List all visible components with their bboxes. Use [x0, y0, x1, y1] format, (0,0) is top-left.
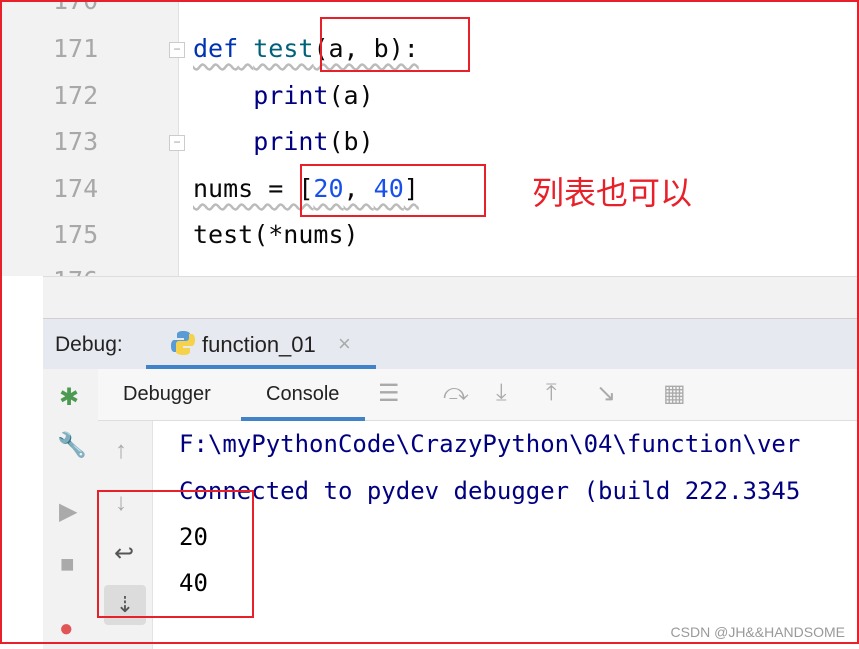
code-line-172[interactable]: print(a)	[193, 81, 374, 110]
function-name: test	[253, 34, 314, 63]
run-to-cursor-icon[interactable]: ↘	[596, 379, 616, 408]
line-number: 170	[53, 0, 99, 15]
args: (a)	[328, 81, 374, 110]
step-into-icon[interactable]: ⤓	[496, 379, 507, 407]
stop-icon[interactable]: ■	[60, 551, 75, 579]
wrench-icon[interactable]: 🔧	[57, 431, 87, 460]
fold-end-icon[interactable]: −	[169, 135, 185, 151]
step-over-icon[interactable]: ⤼	[443, 379, 469, 407]
code-line-173[interactable]: print(b)	[193, 127, 374, 156]
line-number: 172	[53, 81, 99, 110]
keyword: def	[193, 34, 239, 63]
bug-icon[interactable]: ✱	[59, 383, 79, 412]
line-number: 173	[53, 127, 99, 156]
builtin: print	[253, 127, 329, 156]
tab-debugger[interactable]: Debugger	[123, 383, 211, 406]
watermark: CSDN @JH&&HANDSOME	[670, 624, 845, 640]
debug-subtoolbar: Debugger Console ☰ ⤼ ⤓ ⤒ ↘ ▦	[98, 369, 859, 421]
fold-icon[interactable]: −	[169, 42, 185, 58]
menu-icon[interactable]: ☰	[378, 379, 400, 408]
tab-label: function_01	[202, 332, 316, 357]
breakpoints-icon[interactable]: ●	[59, 615, 74, 643]
line-number: 171	[53, 34, 99, 63]
code-line-175[interactable]: test(*nums)	[193, 220, 359, 249]
active-subtab-underline	[241, 417, 365, 421]
resume-icon[interactable]: ▶	[59, 497, 77, 526]
debug-left-toolbar: ✱ 🔧 ▶ ■ ●	[43, 369, 99, 649]
annotation-box-output	[97, 490, 254, 618]
up-arrow-icon[interactable]: ↑	[115, 437, 127, 465]
console-line: F:\myPythonCode\CrazyPython\04\function\…	[179, 430, 801, 458]
builtin: print	[253, 81, 329, 110]
line-number-gutter: 170 171 172 173 174 175 176 − −	[43, 0, 185, 295]
editor-bottom-strip	[43, 276, 859, 319]
tab-function-01[interactable]: function_01 ×	[146, 319, 376, 369]
annotation-box-list	[300, 164, 486, 217]
debug-header: Debug: function_01 ×	[43, 318, 859, 369]
step-out-icon[interactable]: ⤒	[546, 379, 557, 407]
args: (b)	[328, 127, 374, 156]
debug-label: Debug:	[55, 333, 123, 356]
line-number: 174	[53, 174, 99, 203]
annotation-box-params	[320, 17, 470, 72]
tab-console[interactable]: Console	[266, 383, 339, 406]
annotation-note: 列表也可以	[532, 174, 693, 212]
close-icon[interactable]: ×	[338, 331, 351, 357]
assign: nums = [	[193, 174, 314, 203]
console-line: Connected to pydev debugger (build 222.3…	[179, 477, 801, 505]
line-number: 175	[53, 220, 99, 249]
python-icon	[171, 331, 195, 355]
evaluate-icon[interactable]: ▦	[663, 379, 686, 408]
editor-left-edge	[0, 0, 43, 276]
